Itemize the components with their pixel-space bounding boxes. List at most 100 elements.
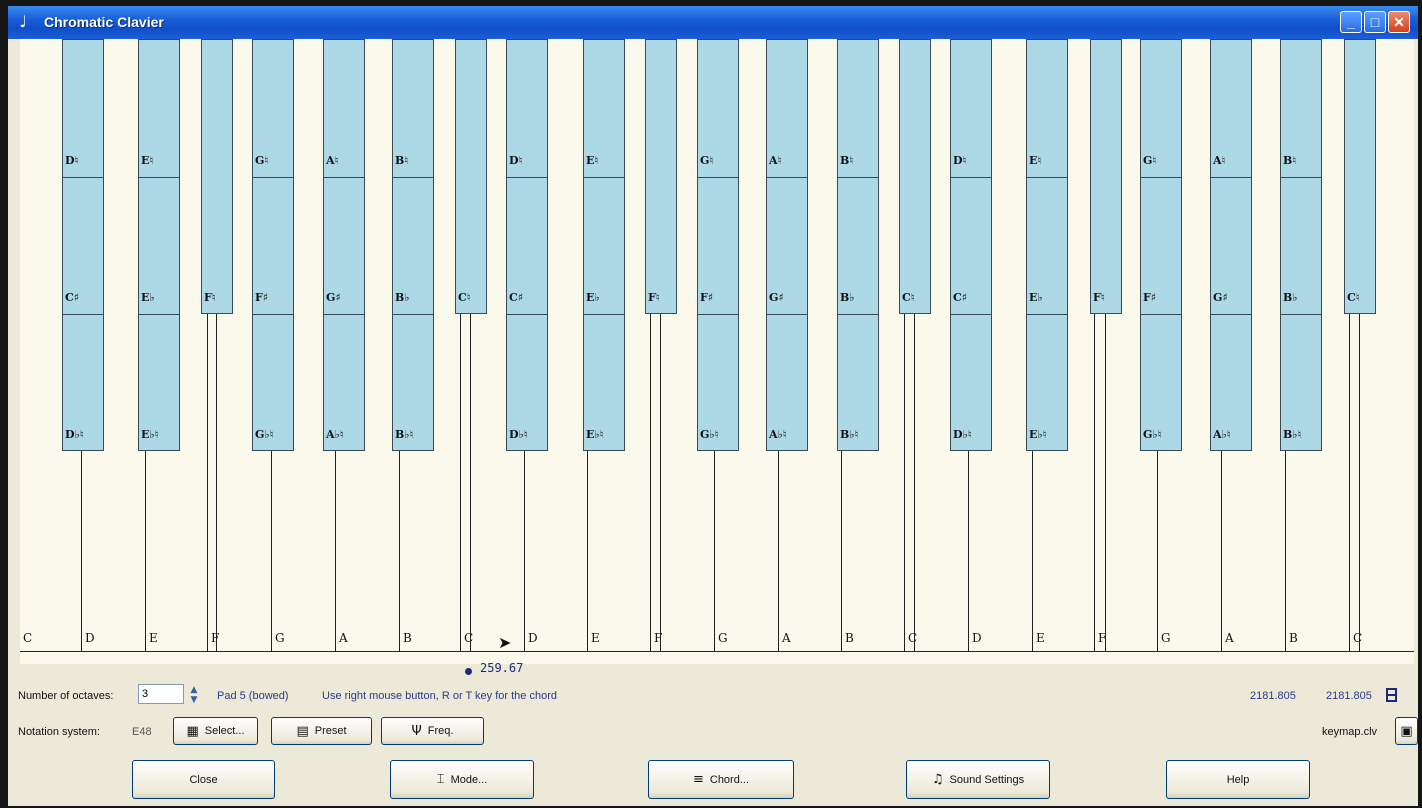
black-key-segment-line bbox=[324, 314, 364, 315]
close-button-label: Close bbox=[189, 773, 218, 786]
select-notation-button[interactable]: ▦ Select... bbox=[173, 717, 258, 745]
octaves-field[interactable] bbox=[138, 684, 184, 704]
sound-settings-button[interactable]: ♫ Sound Settings bbox=[906, 760, 1050, 799]
black-key[interactable]: B♮ B♭ B♭♮ bbox=[1280, 39, 1322, 451]
help-button[interactable]: Help bbox=[1166, 760, 1310, 799]
black-key-label: C♮ bbox=[1347, 291, 1360, 304]
white-key[interactable]: E bbox=[591, 631, 600, 645]
black-key-label: F♮ bbox=[204, 291, 216, 304]
black-key-segment-line bbox=[1211, 314, 1251, 315]
black-key[interactable]: E♮ E♭ E♭♮ bbox=[138, 39, 180, 451]
mode-button[interactable]: ⌶ Mode... bbox=[390, 760, 534, 799]
black-key-label: B♭ bbox=[840, 291, 855, 304]
black-key-label: D♭♮ bbox=[509, 428, 528, 441]
frequency-button[interactable]: Ψ Freq. bbox=[381, 717, 484, 745]
black-key-segment-line bbox=[1141, 314, 1181, 315]
white-key[interactable]: C bbox=[1353, 631, 1362, 645]
black-key[interactable]: D♮ C♯ D♭♮ bbox=[950, 39, 992, 451]
black-key[interactable]: B♮ B♭ B♭♮ bbox=[837, 39, 879, 451]
white-key[interactable]: B bbox=[845, 631, 854, 645]
preset-button-label: Preset bbox=[314, 725, 347, 737]
white-key[interactable]: G bbox=[718, 631, 728, 645]
keymap-open-button[interactable]: ▣ bbox=[1395, 717, 1418, 745]
black-key-label: A♮ bbox=[1213, 154, 1226, 167]
key-stem-line bbox=[1359, 314, 1360, 652]
maximize-button[interactable]: □ bbox=[1364, 11, 1386, 33]
white-key[interactable]: C bbox=[464, 631, 473, 645]
black-key[interactable]: G♮ F♯ G♭♮ bbox=[1140, 39, 1182, 451]
close-button[interactable]: Close bbox=[132, 760, 275, 799]
black-key[interactable]: B♮ B♭ B♭♮ bbox=[392, 39, 434, 451]
white-key[interactable]: F bbox=[654, 631, 662, 645]
white-key[interactable]: C bbox=[23, 631, 32, 645]
chord-button-label: Chord... bbox=[709, 773, 750, 786]
black-key-label: F♮ bbox=[648, 291, 660, 304]
white-key[interactable]: D bbox=[528, 631, 538, 645]
black-key[interactable]: E♮ E♭ E♭♮ bbox=[583, 39, 625, 451]
black-key[interactable]: A♮ G♯ A♭♮ bbox=[323, 39, 365, 451]
black-key[interactable]: C♮ bbox=[455, 39, 487, 314]
black-key[interactable]: F♮ bbox=[201, 39, 233, 314]
white-key[interactable]: A bbox=[339, 631, 348, 645]
black-key[interactable]: D♮ C♯ D♭♮ bbox=[506, 39, 548, 451]
black-key-segment-line bbox=[1211, 177, 1251, 178]
white-key[interactable]: E bbox=[149, 631, 158, 645]
white-key[interactable]: G bbox=[1161, 631, 1171, 645]
keymap-filename: keymap.clv bbox=[1322, 726, 1378, 738]
black-key[interactable]: D♮ C♯ D♭♮ bbox=[62, 39, 104, 451]
clavier-keyboard[interactable]: CDEFGABCDEFGABCDEFGABCD♮C♯D♭♮E♮E♭E♭♮F♮G♮… bbox=[20, 39, 1414, 664]
black-key-label: E♭ bbox=[1029, 291, 1043, 304]
black-key-segment-line bbox=[324, 177, 364, 178]
minimize-button[interactable]: _ bbox=[1340, 11, 1362, 33]
app-window: ♩ Chromatic Clavier _ □ ✕ CDEFGABCDEFGAB… bbox=[8, 6, 1418, 806]
white-key[interactable]: G bbox=[275, 631, 285, 645]
white-key[interactable]: A bbox=[782, 631, 791, 645]
freq-button-label: Freq. bbox=[427, 725, 454, 737]
select-button-label: Select... bbox=[204, 725, 245, 737]
pad-label: Pad 5 (bowed) bbox=[217, 690, 289, 702]
white-key[interactable]: D bbox=[972, 631, 982, 645]
black-key[interactable]: G♮ F♯ G♭♮ bbox=[697, 39, 739, 451]
white-key[interactable]: E bbox=[1036, 631, 1045, 645]
white-key[interactable]: D bbox=[85, 631, 95, 645]
black-key-label: B♮ bbox=[1283, 154, 1297, 167]
black-key-label: D♭♮ bbox=[953, 428, 972, 441]
close-window-button[interactable]: ✕ bbox=[1388, 11, 1410, 33]
black-key-label: D♮ bbox=[509, 154, 523, 167]
black-key[interactable]: C♮ bbox=[1344, 39, 1376, 314]
window-title: Chromatic Clavier bbox=[44, 14, 164, 30]
black-key-label: B♭ bbox=[395, 291, 410, 304]
black-key[interactable]: G♮ F♯ G♭♮ bbox=[252, 39, 294, 451]
black-key-segment-line bbox=[698, 314, 738, 315]
black-key-label: A♭♮ bbox=[326, 428, 344, 441]
preset-button[interactable]: ▤ Preset bbox=[271, 717, 372, 745]
black-key-label: B♭♮ bbox=[395, 428, 414, 441]
black-key-segment-line bbox=[767, 314, 807, 315]
octaves-spinner-icon[interactable]: ▲ ▼ bbox=[188, 685, 200, 705]
black-key[interactable]: E♮ E♭ E♭♮ bbox=[1026, 39, 1068, 451]
chord-button[interactable]: ≡ Chord... bbox=[648, 760, 794, 799]
black-key-label: A♭♮ bbox=[1213, 428, 1231, 441]
mouse-cursor-icon: ➤ bbox=[498, 633, 512, 652]
black-key-label: G♮ bbox=[1143, 154, 1157, 167]
white-key[interactable]: B bbox=[403, 631, 412, 645]
white-key[interactable]: C bbox=[908, 631, 917, 645]
black-key-label: G♭♮ bbox=[255, 428, 274, 441]
black-key-label: G♯ bbox=[769, 291, 784, 304]
black-key[interactable]: A♮ G♯ A♭♮ bbox=[766, 39, 808, 451]
chord-hint-text: Use right mouse button, R or T key for t… bbox=[322, 690, 557, 702]
black-key-label: B♮ bbox=[840, 154, 854, 167]
frequency-marker-dot bbox=[465, 668, 472, 675]
black-key-label: G♭♮ bbox=[700, 428, 719, 441]
black-key[interactable]: C♮ bbox=[899, 39, 931, 314]
key-stem-line bbox=[470, 314, 471, 652]
black-key[interactable]: F♮ bbox=[1090, 39, 1122, 314]
panel-toggle-icon[interactable] bbox=[1386, 688, 1397, 702]
black-key-label: G♯ bbox=[1213, 291, 1228, 304]
black-key-label: C♮ bbox=[458, 291, 471, 304]
white-key[interactable]: A bbox=[1225, 631, 1234, 645]
white-key[interactable]: B bbox=[1289, 631, 1298, 645]
title-bar[interactable]: ♩ Chromatic Clavier _ □ ✕ bbox=[8, 6, 1418, 39]
black-key[interactable]: F♮ bbox=[645, 39, 677, 314]
black-key[interactable]: A♮ G♯ A♭♮ bbox=[1210, 39, 1252, 451]
